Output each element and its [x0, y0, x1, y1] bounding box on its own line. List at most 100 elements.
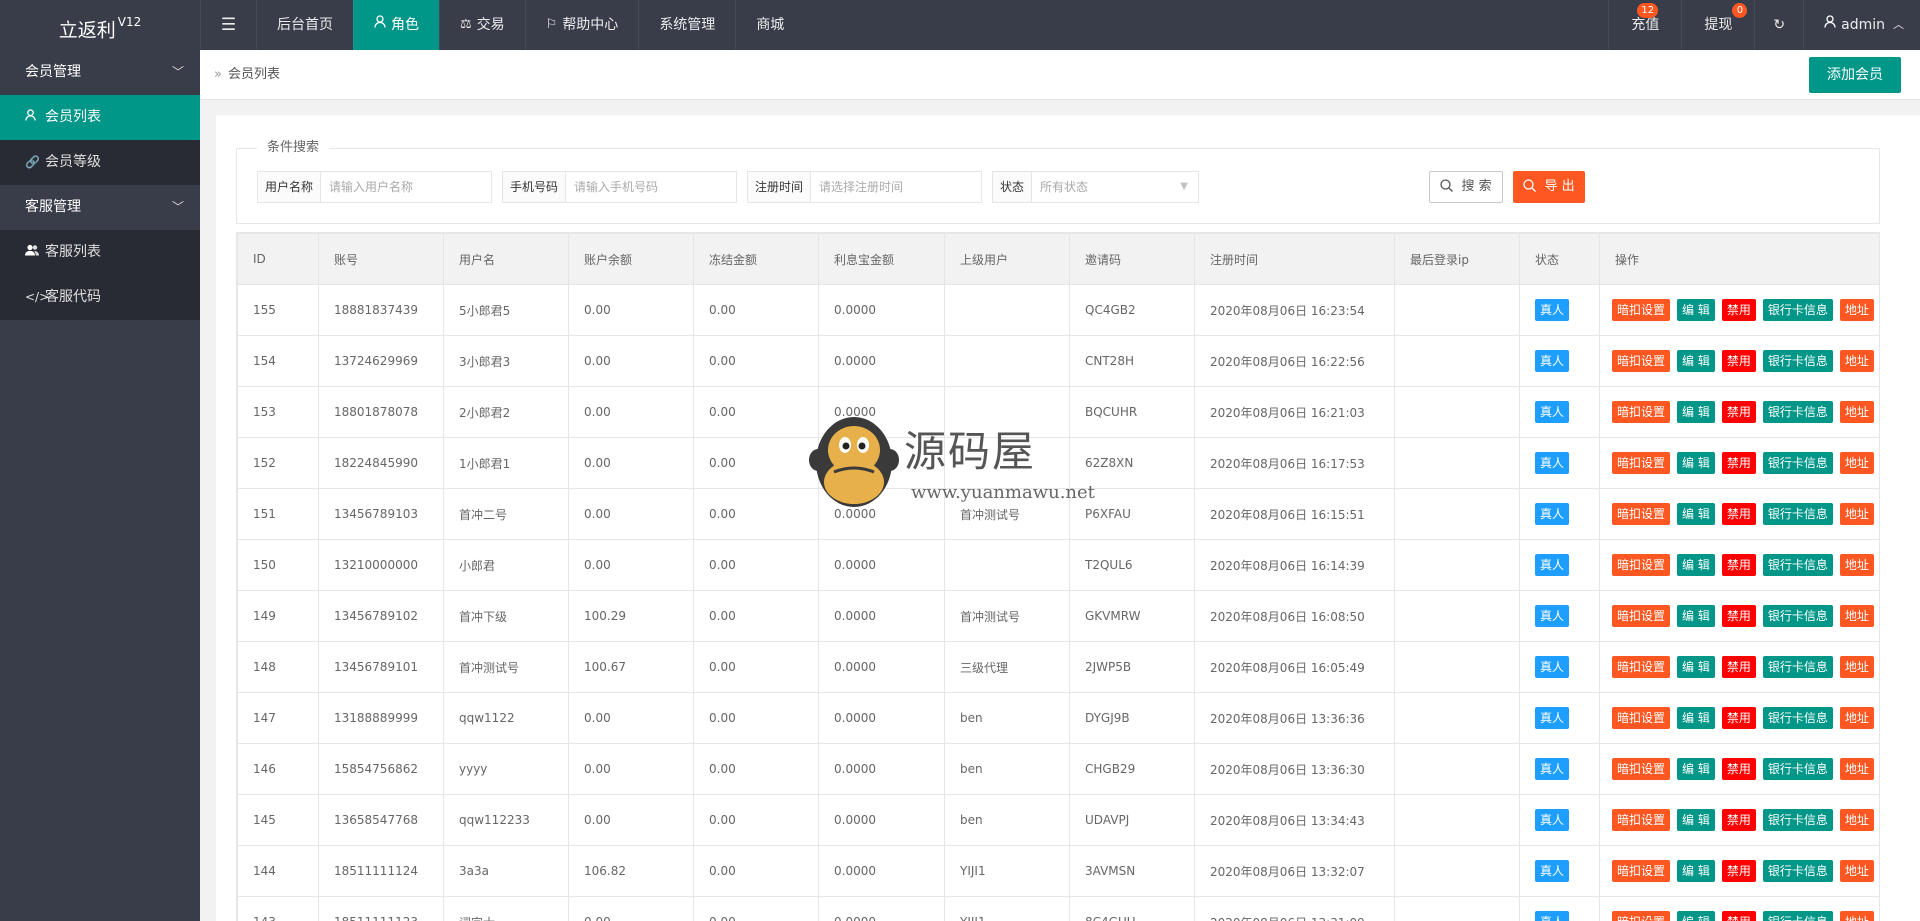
bank-card-info-button[interactable]: 银行卡信息: [1762, 401, 1833, 423]
address-button[interactable]: 地址: [1839, 707, 1874, 729]
bank-card-info-button[interactable]: 银行卡信息: [1762, 299, 1833, 321]
deduct-setting-button[interactable]: 暗扣设置: [1612, 809, 1671, 831]
nav-item-trade[interactable]: ⚖ 交易: [439, 0, 525, 50]
column-header[interactable]: 冻结金额: [693, 233, 819, 285]
column-header[interactable]: 用户名: [443, 233, 569, 285]
column-header[interactable]: 最后登录ip: [1394, 233, 1520, 285]
edit-button[interactable]: 编 辑: [1677, 707, 1715, 729]
address-button[interactable]: 地址: [1839, 656, 1874, 678]
table-row[interactable]: 144 18511111124 3a3a 106.82 0.00 0.0000 YIJI1 3…: [237, 845, 1879, 897]
brand-logo[interactable]: 立返利 V12: [0, 0, 200, 50]
address-button[interactable]: 地址: [1839, 911, 1874, 921]
deduct-setting-button[interactable]: 暗扣设置: [1612, 503, 1671, 525]
disable-button[interactable]: 禁用: [1721, 605, 1756, 627]
disable-button[interactable]: 禁用: [1721, 554, 1756, 576]
breadcrumb-current[interactable]: 会员列表: [228, 67, 280, 82]
address-button[interactable]: 地址: [1839, 860, 1874, 882]
member-table-container[interactable]: ID 账号 用户名 账户余额 冻结金额 利息宝金额 上级用户 邀请码 注册时间 …: [236, 232, 1880, 921]
edit-button[interactable]: 编 辑: [1677, 656, 1715, 678]
bank-card-info-button[interactable]: 银行卡信息: [1762, 707, 1833, 729]
column-header[interactable]: 注册时间: [1194, 233, 1395, 285]
table-row[interactable]: 145 13658547768 qqw112233 0.00 0.00 0.0000 ben…: [237, 794, 1879, 846]
table-row[interactable]: 148 13456789101 首冲测试号 100.67 0.00 0.0000 三级代理 2…: [237, 641, 1879, 693]
table-row[interactable]: 146 15854756862 yyyy 0.00 0.00 0.0000 ben CHGB2…: [237, 743, 1879, 795]
disable-button[interactable]: 禁用: [1721, 350, 1756, 372]
deduct-setting-button[interactable]: 暗扣设置: [1612, 911, 1671, 921]
export-button[interactable]: 导 出: [1513, 171, 1585, 203]
edit-button[interactable]: 编 辑: [1677, 503, 1715, 525]
column-header[interactable]: 状态: [1519, 233, 1600, 285]
bank-card-info-button[interactable]: 银行卡信息: [1762, 503, 1833, 525]
disable-button[interactable]: 禁用: [1721, 707, 1756, 729]
deduct-setting-button[interactable]: 暗扣设置: [1612, 299, 1671, 321]
bank-card-info-button[interactable]: 银行卡信息: [1762, 860, 1833, 882]
nav-item-role[interactable]: 角色: [353, 0, 439, 50]
address-button[interactable]: 地址: [1839, 605, 1874, 627]
column-header[interactable]: 上级用户: [944, 233, 1070, 285]
disable-button[interactable]: 禁用: [1721, 758, 1756, 780]
deduct-setting-button[interactable]: 暗扣设置: [1612, 452, 1671, 474]
deduct-setting-button[interactable]: 暗扣设置: [1612, 554, 1671, 576]
column-header[interactable]: 邀请码: [1069, 233, 1195, 285]
status-badge[interactable]: 真人: [1535, 452, 1570, 474]
disable-button[interactable]: 禁用: [1721, 299, 1756, 321]
status-badge[interactable]: 真人: [1535, 401, 1570, 423]
add-member-button[interactable]: 添加会员: [1809, 57, 1901, 93]
status-badge[interactable]: 真人: [1535, 503, 1570, 525]
user-menu[interactable]: admin ︿: [1803, 0, 1920, 50]
table-row[interactable]: 153 18801878078 2小郎君2 0.00 0.00 0.0000 BQCUHR 2…: [237, 386, 1879, 438]
disable-button[interactable]: 禁用: [1721, 401, 1756, 423]
table-row[interactable]: 155 18881837439 5小郎君5 0.00 0.00 0.0000 QC4GB2 2…: [237, 284, 1879, 336]
address-button[interactable]: 地址: [1839, 299, 1874, 321]
menu-toggle-button[interactable]: ☰: [200, 0, 256, 50]
edit-button[interactable]: 编 辑: [1677, 401, 1715, 423]
nav-item-system[interactable]: 系统管理: [638, 0, 735, 50]
phone-input[interactable]: [566, 172, 736, 202]
column-header[interactable]: ID: [237, 233, 319, 285]
bank-card-info-button[interactable]: 银行卡信息: [1762, 911, 1833, 921]
column-header[interactable]: 账户余额: [568, 233, 694, 285]
sidebar-item-member-list[interactable]: 会员列表: [0, 95, 200, 140]
disable-button[interactable]: 禁用: [1721, 452, 1756, 474]
edit-button[interactable]: 编 辑: [1677, 860, 1715, 882]
refresh-button[interactable]: ↻: [1754, 0, 1803, 50]
username-input[interactable]: [321, 172, 491, 202]
sidebar-item-service-list[interactable]: 客服列表: [0, 230, 200, 275]
table-row[interactable]: 152 18224845990 1小郎君1 0.00 0.00 0.0000 62Z8XN 2…: [237, 437, 1879, 489]
bank-card-info-button[interactable]: 银行卡信息: [1762, 656, 1833, 678]
column-header[interactable]: 操作: [1599, 233, 1879, 285]
address-button[interactable]: 地址: [1839, 758, 1874, 780]
status-badge[interactable]: 真人: [1535, 605, 1570, 627]
deduct-setting-button[interactable]: 暗扣设置: [1612, 656, 1671, 678]
regtime-input[interactable]: [811, 172, 981, 202]
edit-button[interactable]: 编 辑: [1677, 758, 1715, 780]
address-button[interactable]: 地址: [1839, 350, 1874, 372]
bank-card-info-button[interactable]: 银行卡信息: [1762, 350, 1833, 372]
deduct-setting-button[interactable]: 暗扣设置: [1612, 707, 1671, 729]
bank-card-info-button[interactable]: 银行卡信息: [1762, 758, 1833, 780]
recharge-button[interactable]: 充值 12: [1608, 0, 1681, 50]
disable-button[interactable]: 禁用: [1721, 860, 1756, 882]
withdraw-button[interactable]: 提现 0: [1681, 0, 1754, 50]
edit-button[interactable]: 编 辑: [1677, 452, 1715, 474]
status-badge[interactable]: 真人: [1535, 299, 1570, 321]
table-row[interactable]: 150 13210000000 小郎君 0.00 0.00 0.0000 T2QUL6 202…: [237, 539, 1879, 591]
status-badge[interactable]: 真人: [1535, 554, 1570, 576]
column-header[interactable]: 利息宝金额: [818, 233, 945, 285]
nav-item-dashboard[interactable]: 后台首页: [256, 0, 353, 50]
address-button[interactable]: 地址: [1839, 503, 1874, 525]
status-badge[interactable]: 真人: [1535, 707, 1570, 729]
disable-button[interactable]: 禁用: [1721, 809, 1756, 831]
nav-item-mall[interactable]: 商城: [735, 0, 804, 50]
status-badge[interactable]: 真人: [1535, 656, 1570, 678]
address-button[interactable]: 地址: [1839, 809, 1874, 831]
disable-button[interactable]: 禁用: [1721, 911, 1756, 921]
edit-button[interactable]: 编 辑: [1677, 554, 1715, 576]
status-badge[interactable]: 真人: [1535, 350, 1570, 372]
status-badge[interactable]: 真人: [1535, 860, 1570, 882]
sidebar-group-members[interactable]: 会员管理 ﹀: [0, 50, 200, 95]
bank-card-info-button[interactable]: 银行卡信息: [1762, 452, 1833, 474]
edit-button[interactable]: 编 辑: [1677, 911, 1715, 921]
deduct-setting-button[interactable]: 暗扣设置: [1612, 605, 1671, 627]
bank-card-info-button[interactable]: 银行卡信息: [1762, 554, 1833, 576]
